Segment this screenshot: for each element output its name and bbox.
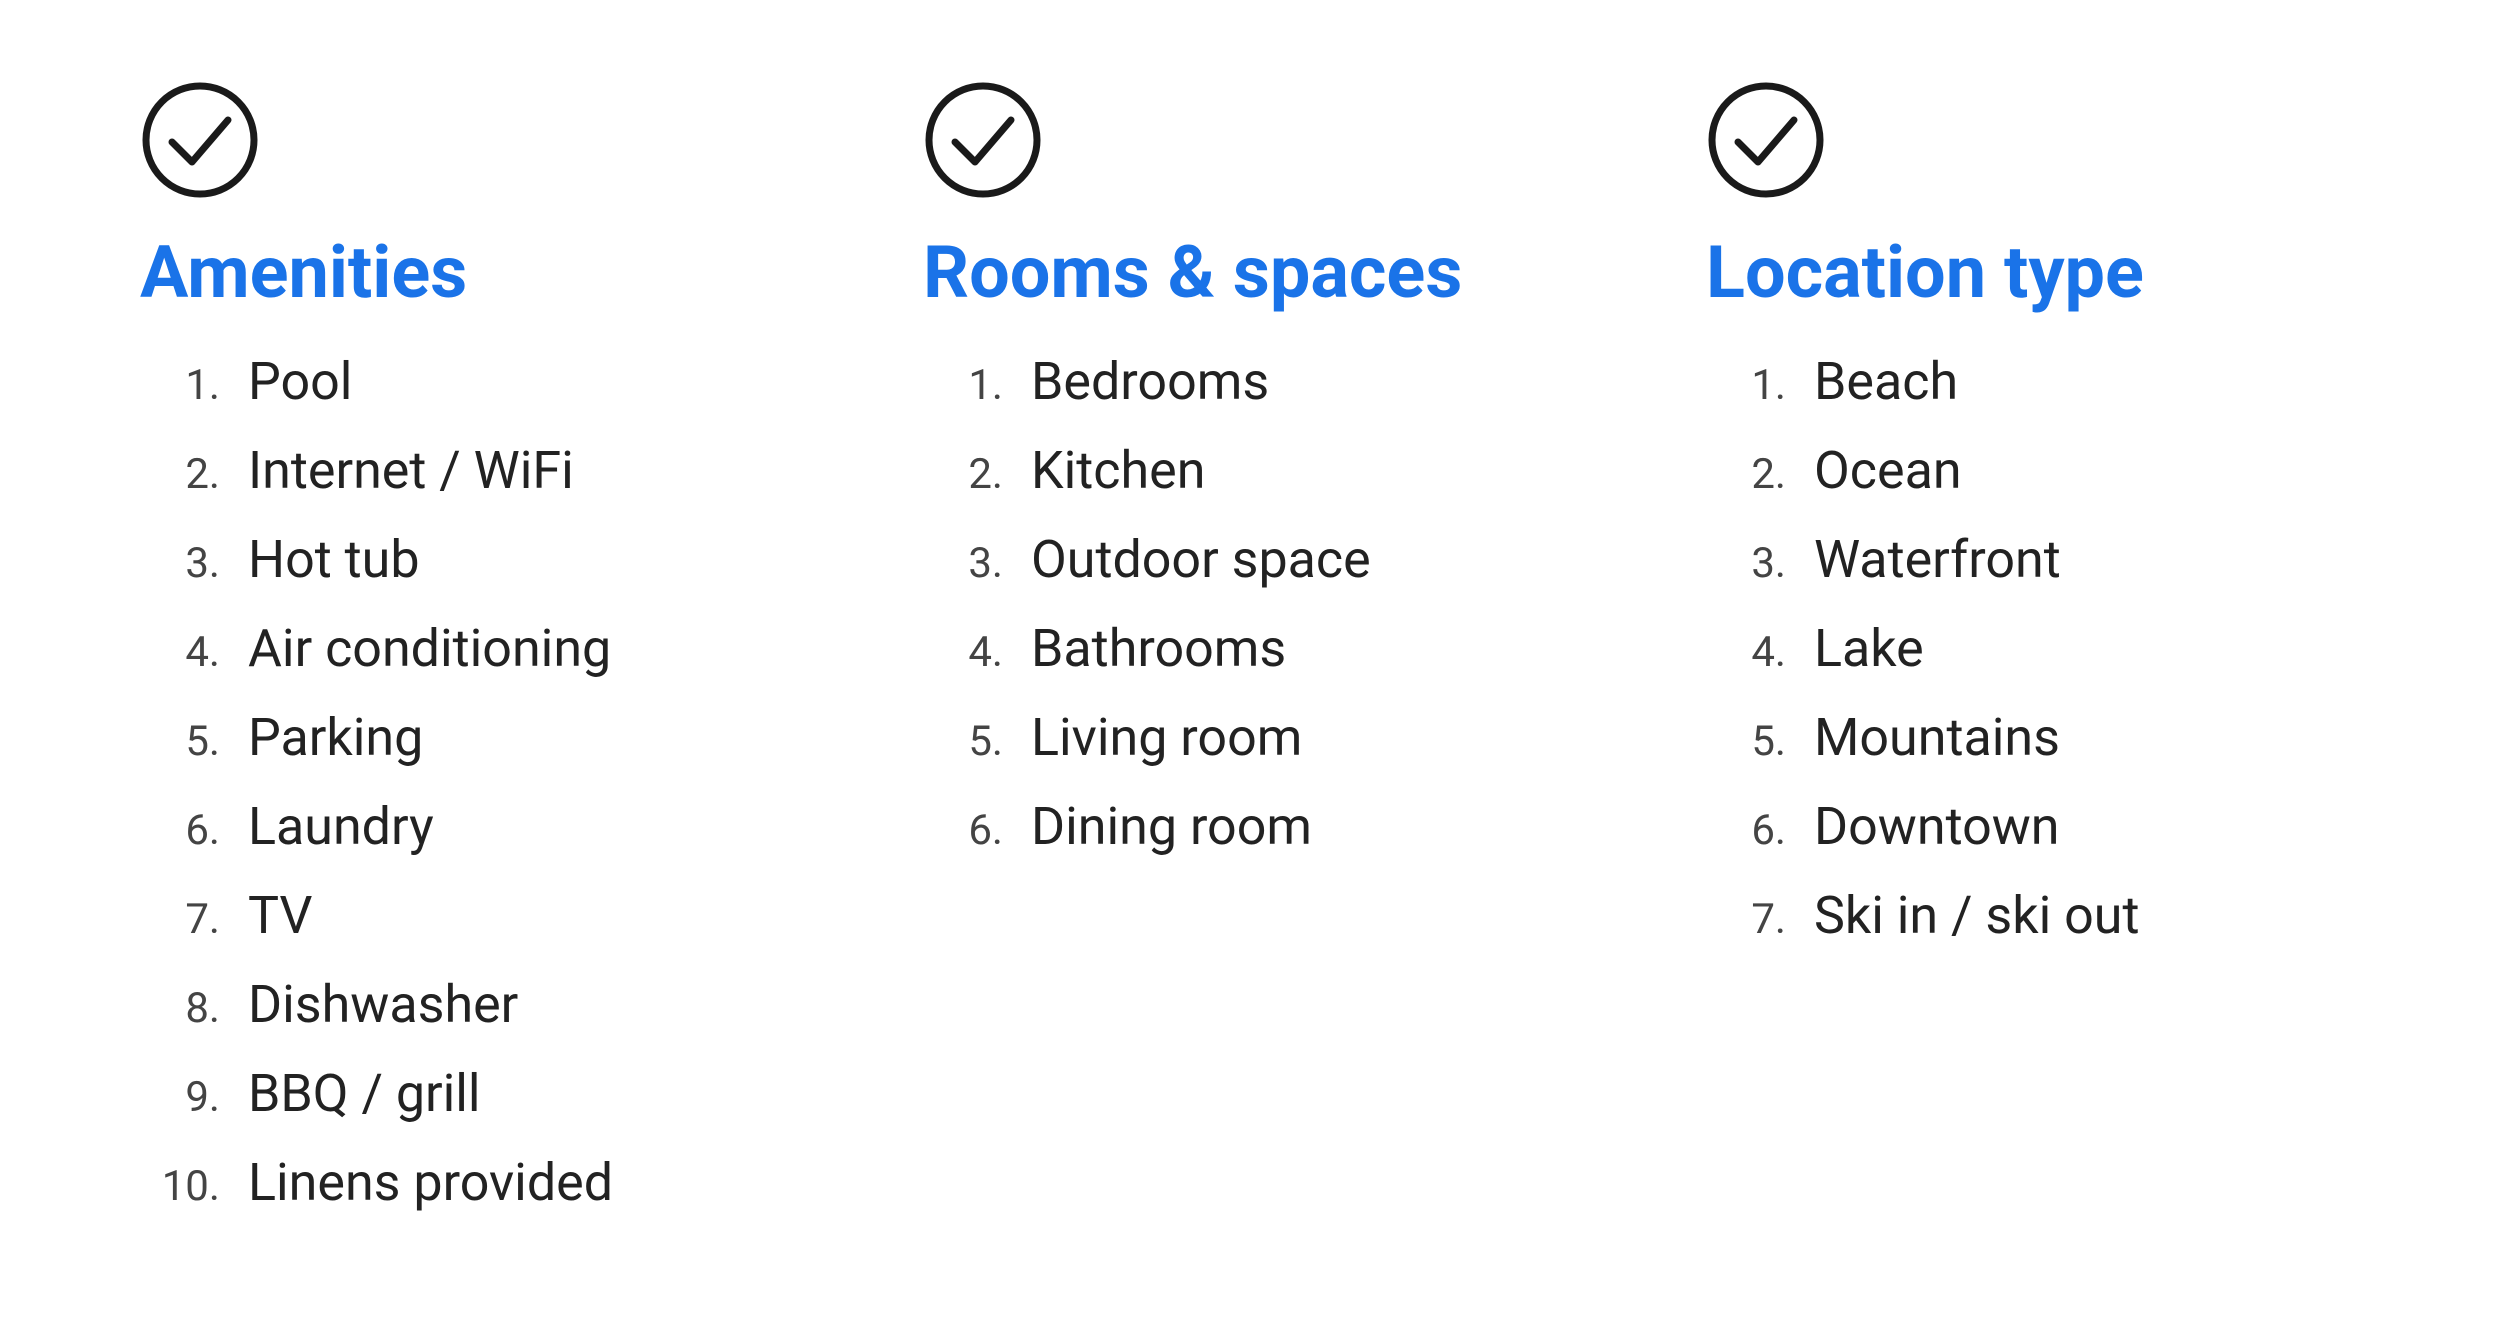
list-item: 10. Linens provided — [140, 1152, 803, 1213]
column-title-rooms-spaces: Rooms & spaces — [923, 230, 1462, 315]
list-item-text: Air conditioning — [248, 618, 611, 679]
list-item: 1. Bedrooms — [923, 351, 1586, 412]
list-item-text: Beach — [1814, 351, 1958, 412]
item-list-rooms-spaces: 1. Bedrooms 2. Kitchen 3. Outdoor space 4. Bath… — [923, 351, 1586, 885]
item-list-amenities: 1. Pool 2. Internet / WiFi 3. Hot tub 4. Air co… — [140, 351, 803, 1241]
list-item-number: 1. — [1706, 361, 1786, 410]
list-item-text: Bathrooms — [1031, 618, 1286, 679]
list-item-number: 6. — [1706, 806, 1786, 855]
list-item-text: TV — [248, 885, 313, 946]
list-item: 3. Hot tub — [140, 529, 803, 590]
list-item-text: Living room — [1031, 707, 1302, 768]
list-item-number: 5. — [1706, 717, 1786, 766]
list-item-text: Dishwasher — [248, 974, 518, 1035]
list-item-number: 2. — [923, 450, 1003, 499]
list-item: 2. Ocean — [1706, 440, 2369, 501]
checkmark-circle-icon — [923, 80, 1043, 200]
list-item: 3. Waterfront — [1706, 529, 2369, 590]
list-item-text: Lake — [1814, 618, 1924, 679]
list-item-text: Ocean — [1814, 440, 1962, 501]
list-item: 7. Ski in / ski out — [1706, 885, 2369, 946]
list-item-text: Linens provided — [248, 1152, 613, 1213]
list-item-number: 9. — [140, 1073, 220, 1122]
list-item-text: Downtown — [1814, 796, 2060, 857]
list-item-text: BBQ / grill — [248, 1063, 481, 1124]
list-item-text: Pool — [248, 351, 352, 412]
list-item-text: Bedrooms — [1031, 351, 1269, 412]
list-item-text: Kitchen — [1031, 440, 1205, 501]
list-item: 9. BBQ / grill — [140, 1063, 803, 1124]
list-item: 2. Kitchen — [923, 440, 1586, 501]
list-item-text: Ski in / ski out — [1814, 885, 2139, 946]
list-item-number: 5. — [923, 717, 1003, 766]
list-item-number: 4. — [140, 628, 220, 677]
list-item-number: 4. — [1706, 628, 1786, 677]
list-item-number: 5. — [140, 717, 220, 766]
list-item: 6. Dining room — [923, 796, 1586, 857]
list-item-number: 1. — [923, 361, 1003, 410]
checkmark-circle-icon — [140, 80, 260, 200]
list-item-number: 4. — [923, 628, 1003, 677]
list-item-number: 6. — [923, 806, 1003, 855]
list-item: 8. Dishwasher — [140, 974, 803, 1035]
column-title-location-type: Location type — [1706, 230, 2144, 315]
column-amenities: Amenities 1. Pool 2. Internet / WiFi 3. Hot tu… — [80, 60, 863, 1261]
list-item-text: Waterfront — [1814, 529, 2061, 590]
list-item-number: 7. — [140, 895, 220, 944]
list-item: 1. Pool — [140, 351, 803, 412]
list-item-number: 2. — [140, 450, 220, 499]
list-item: 4. Lake — [1706, 618, 2369, 679]
list-item: 1. Beach — [1706, 351, 2369, 412]
list-item: 5. Living room — [923, 707, 1586, 768]
item-list-location-type: 1. Beach 2. Ocean 3. Waterfront 4. Lake 5. Mounta… — [1706, 351, 2369, 974]
list-item: 6. Laundry — [140, 796, 803, 857]
list-item-text: Dining room — [1031, 796, 1312, 857]
list-item-text: Outdoor space — [1031, 529, 1371, 590]
column-location-type: Location type 1. Beach 2. Ocean 3. Waterfront 4… — [1646, 60, 2429, 1261]
list-item: 3. Outdoor space — [923, 529, 1586, 590]
list-item-text: Hot tub — [248, 529, 420, 590]
list-item-number: 8. — [140, 984, 220, 1033]
list-item-number: 3. — [923, 539, 1003, 588]
list-item-number: 6. — [140, 806, 220, 855]
list-item-number: 3. — [140, 539, 220, 588]
column-rooms-spaces: Rooms & spaces 1. Bedrooms 2. Kitchen 3. Outdo… — [863, 60, 1646, 1261]
list-item-text: Internet / WiFi — [248, 440, 574, 501]
list-item-number: 2. — [1706, 450, 1786, 499]
list-item-text: Mountains — [1814, 707, 2060, 768]
page-container: Amenities 1. Pool 2. Internet / WiFi 3. Hot tu… — [80, 60, 2429, 1261]
list-item-text: Parking — [248, 707, 423, 768]
column-title-amenities: Amenities — [140, 230, 467, 315]
list-item-number: 1. — [140, 361, 220, 410]
list-item: 2. Internet / WiFi — [140, 440, 803, 501]
list-item-number: 3. — [1706, 539, 1786, 588]
list-item-text: Laundry — [248, 796, 434, 857]
checkmark-circle-icon — [1706, 80, 1826, 200]
list-item: 4. Air conditioning — [140, 618, 803, 679]
list-item-number: 7. — [1706, 895, 1786, 944]
list-item: 5. Parking — [140, 707, 803, 768]
list-item: 5. Mountains — [1706, 707, 2369, 768]
list-item: 6. Downtown — [1706, 796, 2369, 857]
list-item-number: 10. — [140, 1162, 220, 1211]
list-item: 4. Bathrooms — [923, 618, 1586, 679]
list-item: 7. TV — [140, 885, 803, 946]
